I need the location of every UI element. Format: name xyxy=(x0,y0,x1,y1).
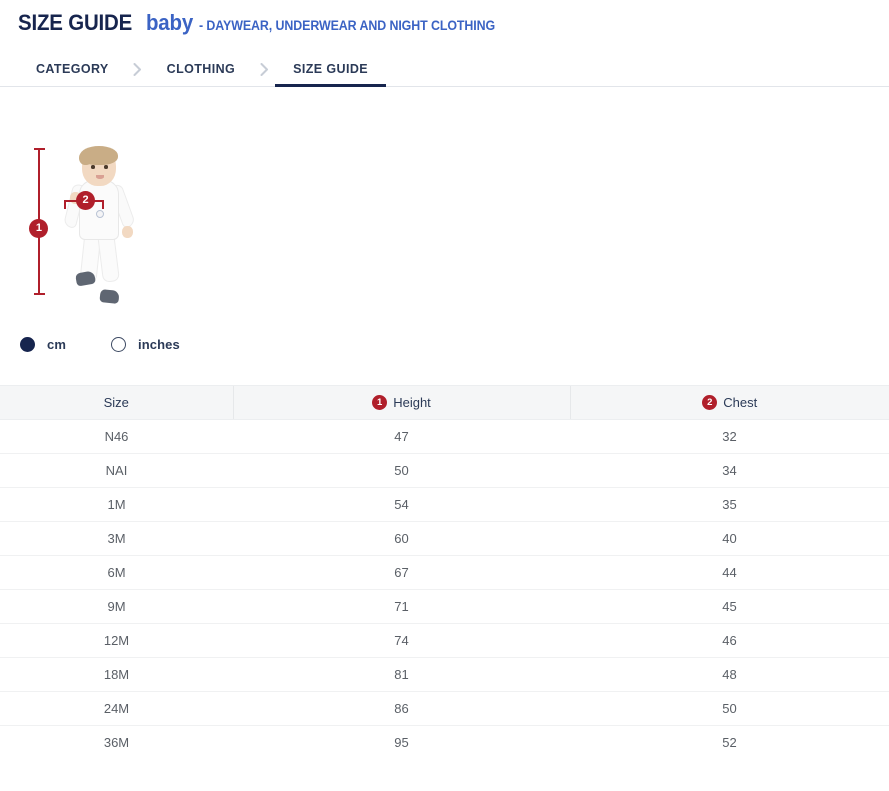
breadcrumb-item-label: CLOTHING xyxy=(167,62,235,76)
table-row: NAI 50 34 xyxy=(0,454,889,488)
cell-chest: 45 xyxy=(570,590,889,624)
unit-option-cm[interactable]: cm xyxy=(20,337,66,352)
table-row: 9M 71 45 xyxy=(0,590,889,624)
baby-photo xyxy=(56,148,152,308)
cell-size: NAI xyxy=(0,454,233,488)
baby-romper-button xyxy=(96,210,104,218)
column-header-chest: 2 Chest xyxy=(570,386,889,420)
unit-option-label: cm xyxy=(47,337,66,352)
unit-option-inches[interactable]: inches xyxy=(111,337,180,352)
breadcrumb-item-category[interactable]: CATEGORY xyxy=(18,52,127,86)
breadcrumb-item-size-guide[interactable]: SIZE GUIDE xyxy=(275,52,386,86)
cell-chest: 40 xyxy=(570,522,889,556)
cell-height: 60 xyxy=(233,522,570,556)
baby-shoe-right xyxy=(99,289,119,304)
marker-badge-1-icon: 1 xyxy=(372,395,387,410)
cell-size: 1M xyxy=(0,488,233,522)
table-row: 36M 95 52 xyxy=(0,726,889,760)
cell-height: 74 xyxy=(233,624,570,658)
page-title-category: baby xyxy=(146,10,193,36)
cell-chest: 48 xyxy=(570,658,889,692)
table-row: 3M 60 40 xyxy=(0,522,889,556)
table-row: 24M 86 50 xyxy=(0,692,889,726)
table-row: 1M 54 35 xyxy=(0,488,889,522)
baby-hand-right xyxy=(122,226,133,238)
chevron-right-icon xyxy=(127,52,149,86)
cell-height: 86 xyxy=(233,692,570,726)
cell-chest: 50 xyxy=(570,692,889,726)
breadcrumb: CATEGORY CLOTHING SIZE GUIDE xyxy=(0,52,889,87)
cell-height: 50 xyxy=(233,454,570,488)
table-row: N46 47 32 xyxy=(0,420,889,454)
baby-shoe-left xyxy=(75,270,96,286)
cell-chest: 46 xyxy=(570,624,889,658)
table-header-row: Size 1 Height 2 Chest xyxy=(0,386,889,420)
column-header-height: 1 Height xyxy=(233,386,570,420)
chest-line-cap-right xyxy=(102,200,104,209)
cell-size: 9M xyxy=(0,590,233,624)
cell-chest: 52 xyxy=(570,726,889,760)
breadcrumb-item-label: CATEGORY xyxy=(36,62,109,76)
table-row: 6M 67 44 xyxy=(0,556,889,590)
column-header-label: Size xyxy=(104,395,129,410)
cell-chest: 32 xyxy=(570,420,889,454)
height-line-cap-bottom xyxy=(34,293,45,295)
page-title-description: - DAYWEAR, UNDERWEAR AND NIGHT CLOTHING xyxy=(199,18,495,33)
cell-height: 47 xyxy=(233,420,570,454)
cell-size: N46 xyxy=(0,420,233,454)
cell-size: 12M xyxy=(0,624,233,658)
cell-chest: 35 xyxy=(570,488,889,522)
unit-radio-group: cm inches xyxy=(0,333,889,355)
measurement-marker-2: 2 xyxy=(76,191,95,210)
measurement-marker-1: 1 xyxy=(29,219,48,238)
column-header-label: Chest xyxy=(723,395,757,410)
cell-size: 6M xyxy=(0,556,233,590)
unit-option-label: inches xyxy=(138,337,180,352)
table-row: 12M 74 46 xyxy=(0,624,889,658)
cell-height: 67 xyxy=(233,556,570,590)
table-body: N46 47 32 NAI 50 34 1M 54 35 3M 60 40 6M… xyxy=(0,420,889,760)
cell-size: 3M xyxy=(0,522,233,556)
chevron-right-icon xyxy=(253,52,275,86)
cell-height: 71 xyxy=(233,590,570,624)
radio-unselected-icon[interactable] xyxy=(111,337,126,352)
baby-eye-left xyxy=(91,165,95,169)
breadcrumb-item-label: SIZE GUIDE xyxy=(293,62,368,76)
figure-wrap: 1 2 xyxy=(18,143,188,315)
baby-hair-side xyxy=(79,151,91,165)
measurement-figure: 1 2 xyxy=(0,143,889,329)
cell-chest: 44 xyxy=(570,556,889,590)
column-header-size: Size xyxy=(0,386,233,420)
column-header-label: Height xyxy=(393,395,431,410)
cell-size: 36M xyxy=(0,726,233,760)
baby-mouth xyxy=(96,175,104,179)
breadcrumb-item-clothing[interactable]: CLOTHING xyxy=(149,52,253,86)
page-title-main: SIZE GUIDE xyxy=(18,10,132,36)
cell-height: 81 xyxy=(233,658,570,692)
table-header: Size 1 Height 2 Chest xyxy=(0,386,889,420)
cell-chest: 34 xyxy=(570,454,889,488)
marker-badge-2-icon: 2 xyxy=(702,395,717,410)
size-guide-table: Size 1 Height 2 Chest N46 47 32 xyxy=(0,385,889,759)
table-row: 18M 81 48 xyxy=(0,658,889,692)
cell-height: 95 xyxy=(233,726,570,760)
cell-size: 24M xyxy=(0,692,233,726)
radio-selected-icon[interactable] xyxy=(20,337,35,352)
cell-height: 54 xyxy=(233,488,570,522)
baby-eye-right xyxy=(104,165,108,169)
cell-size: 18M xyxy=(0,658,233,692)
page-header: SIZE GUIDE baby - DAYWEAR, UNDERWEAR AND… xyxy=(0,0,889,36)
page-title: SIZE GUIDE baby - DAYWEAR, UNDERWEAR AND… xyxy=(18,10,889,36)
